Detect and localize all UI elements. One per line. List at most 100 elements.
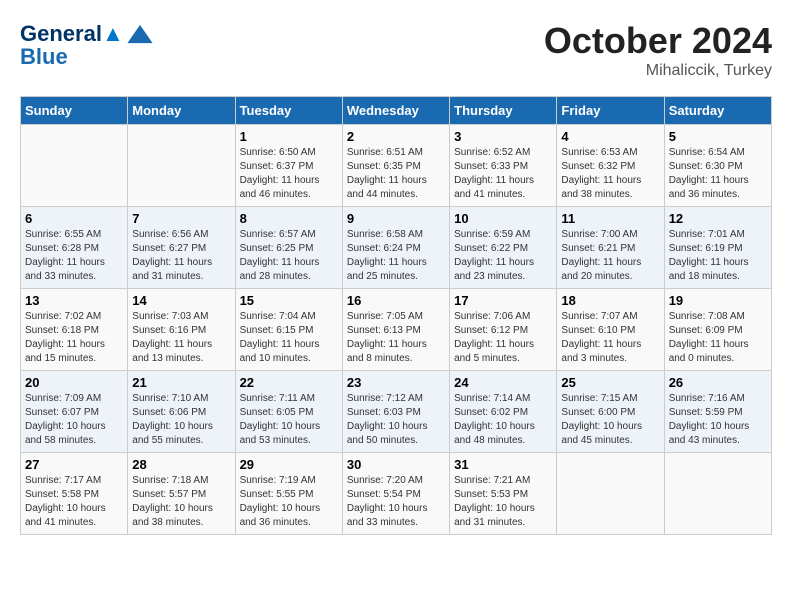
week-row: 27Sunrise: 7:17 AMSunset: 5:58 PMDayligh…	[21, 453, 772, 535]
day-info: Sunrise: 7:14 AMSunset: 6:02 PMDaylight:…	[454, 392, 552, 448]
day-info: Sunrise: 7:17 AMSunset: 5:58 PMDaylight:…	[25, 474, 123, 530]
day-info: Sunrise: 7:11 AMSunset: 6:05 PMDaylight:…	[240, 392, 338, 448]
day-number: 5	[669, 129, 767, 144]
calendar-cell: 19 Sunrise: 7:08 AMSunset: 6:09 PMDayligh…	[664, 289, 771, 371]
header-row: SundayMondayTuesdayWednesdayThursdayFrid…	[21, 97, 772, 125]
calendar-cell: 1 Sunrise: 6:50 AMSunset: 6:37 PMDaylight…	[235, 125, 342, 207]
day-number: 22	[240, 375, 338, 390]
day-number: 20	[25, 375, 123, 390]
day-number: 31	[454, 457, 552, 472]
title-block: October 2024 Mihaliccik, Turkey	[544, 20, 772, 80]
day-number: 17	[454, 293, 552, 308]
day-number: 1	[240, 129, 338, 144]
logo-icon	[126, 20, 154, 48]
day-number: 8	[240, 211, 338, 226]
day-info: Sunrise: 6:50 AMSunset: 6:37 PMDaylight:…	[240, 146, 338, 202]
calendar-cell: 26 Sunrise: 7:16 AMSunset: 5:59 PMDayligh…	[664, 371, 771, 453]
calendar-cell: 8 Sunrise: 6:57 AMSunset: 6:25 PMDaylight…	[235, 207, 342, 289]
calendar-cell: 25 Sunrise: 7:15 AMSunset: 6:00 PMDayligh…	[557, 371, 664, 453]
day-info: Sunrise: 6:56 AMSunset: 6:27 PMDaylight:…	[132, 228, 230, 284]
day-info: Sunrise: 6:51 AMSunset: 6:35 PMDaylight:…	[347, 146, 445, 202]
week-row: 6 Sunrise: 6:55 AMSunset: 6:28 PMDaylight…	[21, 207, 772, 289]
calendar-cell: 22 Sunrise: 7:11 AMSunset: 6:05 PMDayligh…	[235, 371, 342, 453]
day-number: 19	[669, 293, 767, 308]
calendar-cell: 20Sunrise: 7:09 AMSunset: 6:07 PMDayligh…	[21, 371, 128, 453]
day-number: 6	[25, 211, 123, 226]
calendar-cell	[664, 453, 771, 535]
day-info: Sunrise: 6:54 AMSunset: 6:30 PMDaylight:…	[669, 146, 767, 202]
page-header: General▲ Blue October 2024 Mihaliccik, T…	[20, 20, 772, 80]
day-number: 29	[240, 457, 338, 472]
day-number: 25	[561, 375, 659, 390]
calendar-table: SundayMondayTuesdayWednesdayThursdayFrid…	[20, 96, 772, 535]
day-info: Sunrise: 7:19 AMSunset: 5:55 PMDaylight:…	[240, 474, 338, 530]
calendar-cell: 13 Sunrise: 7:02 AMSunset: 6:18 PMDayligh…	[21, 289, 128, 371]
day-info: Sunrise: 7:03 AMSunset: 6:16 PMDaylight:…	[132, 310, 230, 366]
day-info: Sunrise: 7:16 AMSunset: 5:59 PMDaylight:…	[669, 392, 767, 448]
day-info: Sunrise: 6:53 AMSunset: 6:32 PMDaylight:…	[561, 146, 659, 202]
day-header-thursday: Thursday	[450, 97, 557, 125]
day-info: Sunrise: 7:21 AMSunset: 5:53 PMDaylight:…	[454, 474, 552, 530]
day-header-tuesday: Tuesday	[235, 97, 342, 125]
day-header-wednesday: Wednesday	[342, 97, 449, 125]
week-row: 1 Sunrise: 6:50 AMSunset: 6:37 PMDaylight…	[21, 125, 772, 207]
day-info: Sunrise: 7:08 AMSunset: 6:09 PMDaylight:…	[669, 310, 767, 366]
calendar-cell: 12Sunrise: 7:01 AMSunset: 6:19 PMDayligh…	[664, 207, 771, 289]
calendar-cell: 21 Sunrise: 7:10 AMSunset: 6:06 PMDayligh…	[128, 371, 235, 453]
day-info: Sunrise: 7:05 AMSunset: 6:13 PMDaylight:…	[347, 310, 445, 366]
day-info: Sunrise: 7:18 AMSunset: 5:57 PMDaylight:…	[132, 474, 230, 530]
calendar-cell	[21, 125, 128, 207]
day-header-sunday: Sunday	[21, 97, 128, 125]
day-number: 28	[132, 457, 230, 472]
day-info: Sunrise: 7:20 AMSunset: 5:54 PMDaylight:…	[347, 474, 445, 530]
day-number: 11	[561, 211, 659, 226]
calendar-cell: 16 Sunrise: 7:05 AMSunset: 6:13 PMDayligh…	[342, 289, 449, 371]
day-info: Sunrise: 6:52 AMSunset: 6:33 PMDaylight:…	[454, 146, 552, 202]
calendar-cell: 18Sunrise: 7:07 AMSunset: 6:10 PMDayligh…	[557, 289, 664, 371]
calendar-cell: 23 Sunrise: 7:12 AMSunset: 6:03 PMDayligh…	[342, 371, 449, 453]
day-number: 14	[132, 293, 230, 308]
calendar-cell: 3 Sunrise: 6:52 AMSunset: 6:33 PMDaylight…	[450, 125, 557, 207]
calendar-cell: 14 Sunrise: 7:03 AMSunset: 6:16 PMDayligh…	[128, 289, 235, 371]
day-number: 26	[669, 375, 767, 390]
day-info: Sunrise: 7:12 AMSunset: 6:03 PMDaylight:…	[347, 392, 445, 448]
day-info: Sunrise: 7:06 AMSunset: 6:12 PMDaylight:…	[454, 310, 552, 366]
day-info: Sunrise: 6:59 AMSunset: 6:22 PMDaylight:…	[454, 228, 552, 284]
day-info: Sunrise: 7:00 AMSunset: 6:21 PMDaylight:…	[561, 228, 659, 284]
month-title: October 2024	[544, 20, 772, 62]
calendar-cell: 24 Sunrise: 7:14 AMSunset: 6:02 PMDayligh…	[450, 371, 557, 453]
day-number: 7	[132, 211, 230, 226]
calendar-cell: 7 Sunrise: 6:56 AMSunset: 6:27 PMDaylight…	[128, 207, 235, 289]
calendar-cell: 9Sunrise: 6:58 AMSunset: 6:24 PMDaylight…	[342, 207, 449, 289]
day-number: 2	[347, 129, 445, 144]
day-number: 10	[454, 211, 552, 226]
day-number: 4	[561, 129, 659, 144]
day-info: Sunrise: 6:58 AMSunset: 6:24 PMDaylight:…	[347, 228, 445, 284]
day-number: 21	[132, 375, 230, 390]
day-header-monday: Monday	[128, 97, 235, 125]
calendar-cell: 11 Sunrise: 7:00 AMSunset: 6:21 PMDayligh…	[557, 207, 664, 289]
day-number: 30	[347, 457, 445, 472]
day-number: 24	[454, 375, 552, 390]
calendar-cell: 10 Sunrise: 6:59 AMSunset: 6:22 PMDayligh…	[450, 207, 557, 289]
calendar-cell: 29 Sunrise: 7:19 AMSunset: 5:55 PMDayligh…	[235, 453, 342, 535]
calendar-cell: 17 Sunrise: 7:06 AMSunset: 6:12 PMDayligh…	[450, 289, 557, 371]
location-subtitle: Mihaliccik, Turkey	[544, 62, 772, 80]
calendar-cell: 4 Sunrise: 6:53 AMSunset: 6:32 PMDaylight…	[557, 125, 664, 207]
day-number: 23	[347, 375, 445, 390]
week-row: 20Sunrise: 7:09 AMSunset: 6:07 PMDayligh…	[21, 371, 772, 453]
calendar-cell	[557, 453, 664, 535]
day-number: 3	[454, 129, 552, 144]
calendar-cell: 28 Sunrise: 7:18 AMSunset: 5:57 PMDayligh…	[128, 453, 235, 535]
day-header-friday: Friday	[557, 97, 664, 125]
calendar-cell: 30 Sunrise: 7:20 AMSunset: 5:54 PMDayligh…	[342, 453, 449, 535]
day-info: Sunrise: 6:57 AMSunset: 6:25 PMDaylight:…	[240, 228, 338, 284]
day-number: 13	[25, 293, 123, 308]
day-number: 16	[347, 293, 445, 308]
day-number: 15	[240, 293, 338, 308]
day-info: Sunrise: 7:10 AMSunset: 6:06 PMDaylight:…	[132, 392, 230, 448]
day-info: Sunrise: 6:55 AMSunset: 6:28 PMDaylight:…	[25, 228, 123, 284]
day-info: Sunrise: 7:02 AMSunset: 6:18 PMDaylight:…	[25, 310, 123, 366]
day-info: Sunrise: 7:15 AMSunset: 6:00 PMDaylight:…	[561, 392, 659, 448]
day-info: Sunrise: 7:07 AMSunset: 6:10 PMDaylight:…	[561, 310, 659, 366]
